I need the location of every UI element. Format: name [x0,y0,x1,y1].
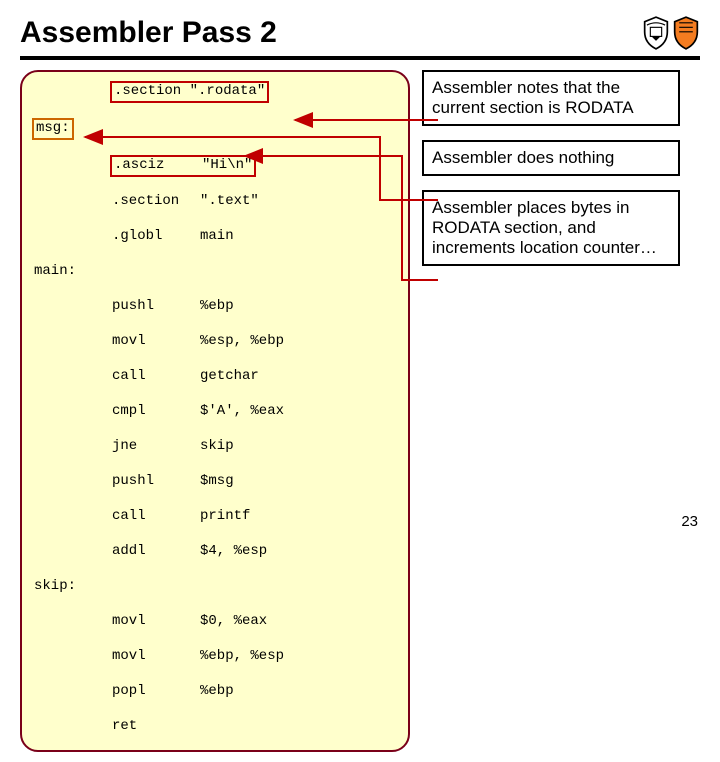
code-popl-op: %ebp [200,683,234,699]
code-call2-op: printf [200,508,250,524]
code-jne-mn: jne [112,438,200,456]
code-section-text-mn: .section [112,193,200,211]
code-call2-mn: call [112,508,200,526]
title-rule [20,56,700,60]
code-movl1-mn: movl [112,333,200,351]
code-movl2-mn: movl [112,613,200,631]
crest-logo [642,16,700,50]
code-popl-mn: popl [112,683,200,701]
code-panel: .section ".rodata" msg: .asciz"Hi\n" .se… [20,70,410,752]
code-addl-mn: addl [112,543,200,561]
code-pushl1-mn: pushl [112,298,200,316]
code-call1-op: getchar [200,368,259,384]
code-label-main: main: [34,263,76,279]
code-movl3-op: %ebp, %esp [200,648,284,664]
code-section-text-op: ".text" [200,193,259,209]
code-ret-mn: ret [112,718,200,736]
code-cmpl-op: $'A', %eax [200,403,284,419]
code-globl-op: main [200,228,234,244]
code-call1-mn: call [112,368,200,386]
shield-icon [672,16,700,50]
annotation-bytes: Assembler places bytes in RODATA section… [422,190,680,266]
code-pushl2-op: $msg [200,473,234,489]
code-pushl1-op: %ebp [200,298,234,314]
code-movl2-op: $0, %eax [200,613,267,629]
code-line-section-rodata: .section ".rodata" [110,81,269,103]
code-globl-mn: .globl [112,228,200,246]
code-asciz-mn: .asciz [114,157,202,175]
code-jne-op: skip [200,438,234,454]
code-addl-op: $4, %esp [200,543,267,559]
code-movl1-op: %esp, %ebp [200,333,284,349]
shield-icon [642,16,670,50]
page-number: 23 [681,513,698,530]
code-label-msg: msg: [32,118,74,140]
page-title: Assembler Pass 2 [20,16,277,50]
code-pushl2-mn: pushl [112,473,200,491]
code-movl3-mn: movl [112,648,200,666]
annotation-nothing: Assembler does nothing [422,140,680,176]
code-cmpl-mn: cmpl [112,403,200,421]
code-label-skip: skip: [34,578,76,594]
annotation-rodata: Assembler notes that the current section… [422,70,680,126]
code-asciz-op: "Hi\n" [202,157,252,173]
